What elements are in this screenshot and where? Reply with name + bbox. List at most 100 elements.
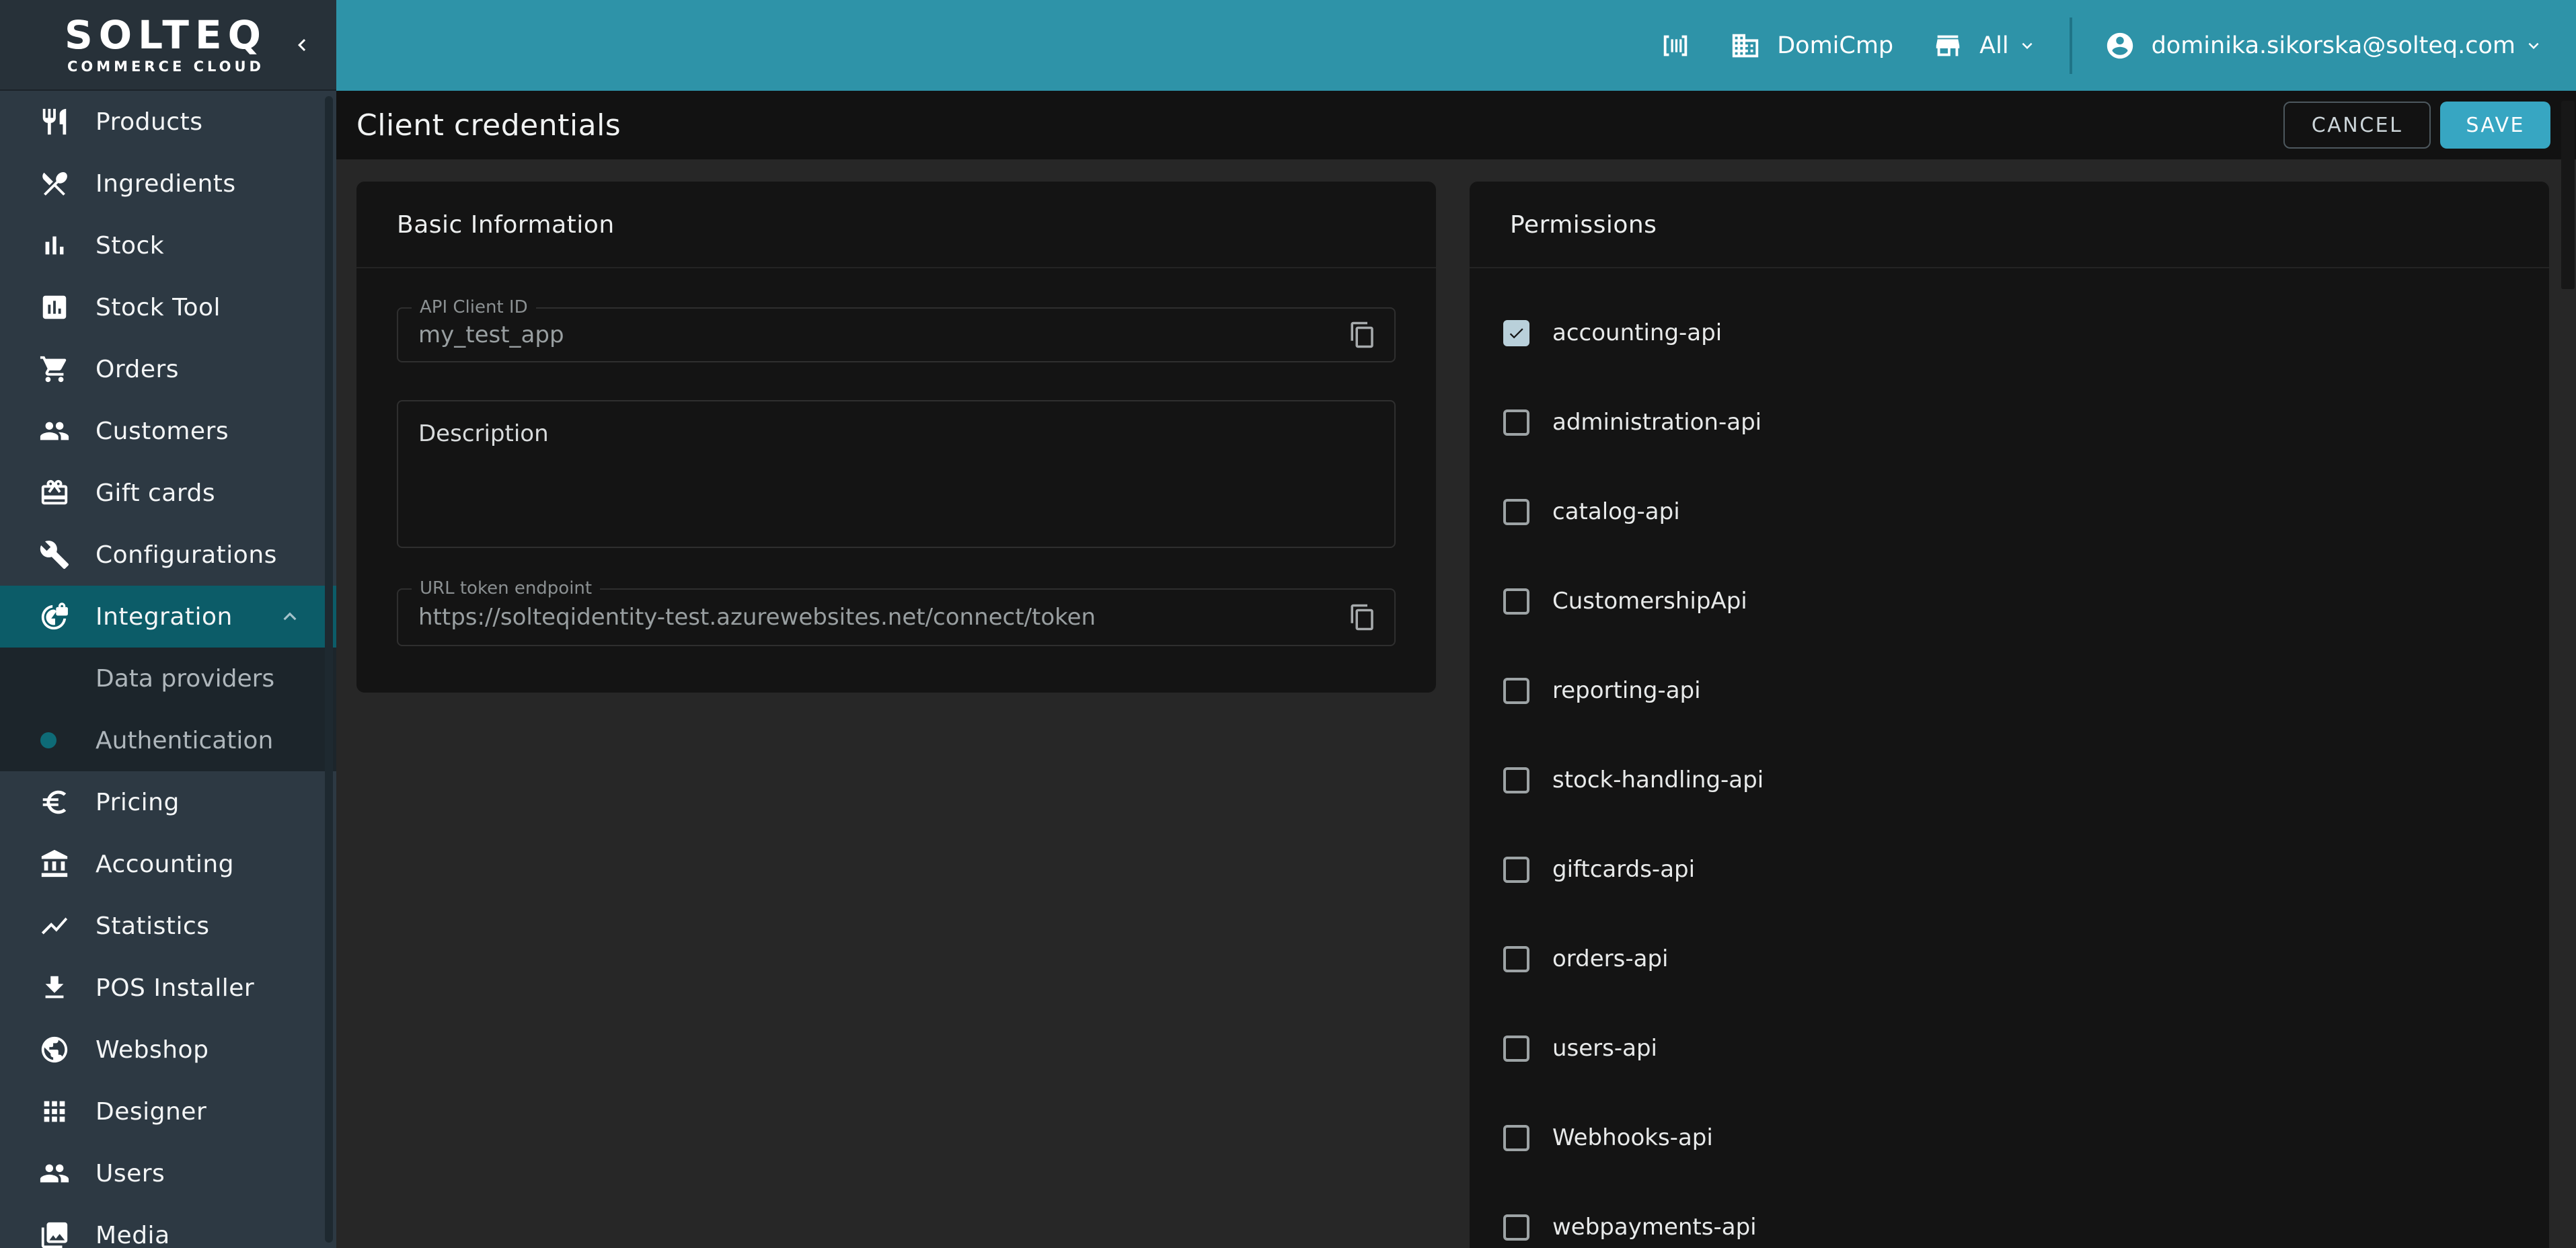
save-button[interactable]: SAVE [2440,102,2550,149]
sidebar-item-label: Stock [96,232,164,260]
page-title: Client credentials [356,108,621,143]
copy-icon[interactable] [1349,319,1377,350]
sidebar-scrollbar[interactable] [325,96,333,1243]
page-scrollbar[interactable] [2561,101,2575,289]
page-title-bar: Client credentials CANCEL SAVE [336,91,2576,159]
basic-information-card: Basic Information API Client ID my_test_… [356,182,1436,693]
sidebar-item-designer[interactable]: Designer [0,1081,336,1142]
checkbox-unchecked[interactable] [1503,410,1529,436]
sidebar-item-stock[interactable]: Stock [0,214,336,276]
checkbox-checked[interactable] [1503,320,1529,346]
checkbox-unchecked[interactable] [1503,767,1529,793]
sidebar-item-label: Orders [96,356,179,383]
sidebar-subitem-data-providers[interactable]: Data providers [0,648,336,709]
permission-label: giftcards-api [1552,856,1695,883]
sidebar-item-pricing[interactable]: Pricing [0,771,336,833]
sidebar-item-integration[interactable]: Integration [0,586,336,648]
sidebar-item-label: Designer [96,1098,206,1126]
bank-icon [39,849,70,880]
active-page-dot [40,732,56,748]
permission-label: catalog-api [1552,498,1680,525]
permission-row: orders-api [1503,945,2509,972]
giftcard-icon [39,477,70,508]
company-icon[interactable] [1730,30,1761,61]
store-filter-value[interactable]: All [1979,32,2008,59]
checkbox-unchecked[interactable] [1503,857,1529,883]
people-icon [39,416,70,446]
checkbox-unchecked[interactable] [1503,588,1529,615]
sidebar-item-orders[interactable]: Orders [0,338,336,400]
chart-box-icon [39,292,70,323]
sidebar-item-configurations[interactable]: Configurations [0,524,336,586]
permission-label: stock-handling-api [1552,767,1764,793]
api-client-id-label: API Client ID [412,297,536,317]
brand-name: SOLTEQ [65,15,267,54]
chevron-down-icon[interactable] [2524,36,2544,56]
sidebar-subitem-label: Data providers [96,665,274,693]
sidebar-item-statistics[interactable]: Statistics [0,895,336,957]
brand-logo: SOLTEQ COMMERCE CLOUD [65,15,267,75]
checkbox-unchecked[interactable] [1503,1036,1529,1062]
checkbox-unchecked[interactable] [1503,1214,1529,1241]
sidebar-item-label: Integration [96,603,233,631]
globe-icon [39,1034,70,1065]
checkbox-unchecked[interactable] [1503,946,1529,972]
sidebar-item-label: Users [96,1160,165,1187]
permission-row: users-api [1503,1035,2509,1062]
sidebar-item-gift-cards[interactable]: Gift cards [0,462,336,524]
people-icon [39,1158,70,1189]
permission-row: giftcards-api [1503,856,2509,883]
card-header: Permissions [1470,182,2549,239]
sidebar-item-stock-tool[interactable]: Stock Tool [0,276,336,338]
sidebar-collapse-icon[interactable] [290,33,314,57]
permission-label: administration-api [1552,409,1761,436]
chevron-down-icon[interactable] [2017,36,2037,56]
copy-icon[interactable] [1349,602,1377,633]
sidebar-item-label: Pricing [96,789,180,816]
permission-label: accounting-api [1552,319,1722,346]
sidebar-item-media[interactable]: Media [0,1204,336,1248]
sidebar-item-label: Webshop [96,1036,209,1064]
chevron-up-icon[interactable] [277,604,303,629]
sidebar-item-label: Products [96,108,202,136]
checkbox-unchecked[interactable] [1503,1125,1529,1151]
barcode-scan-icon[interactable] [1660,30,1691,61]
company-name[interactable]: DomiCmp [1777,32,1893,59]
utensils-icon [39,168,70,199]
globe-lock-icon [39,601,70,632]
checkbox-unchecked[interactable] [1503,678,1529,704]
sidebar-item-pos-installer[interactable]: POS Installer [0,957,336,1019]
sidebar-item-label: Ingredients [96,170,236,198]
sidebar-item-products[interactable]: Products [0,91,336,153]
permission-label: CustomershipApi [1552,588,1747,615]
sidebar-item-webshop[interactable]: Webshop [0,1019,336,1081]
sidebar-item-customers[interactable]: Customers [0,400,336,462]
checkbox-unchecked[interactable] [1503,499,1529,525]
permission-row: CustomershipApi [1503,588,2509,615]
sidebar-subitem-authentication[interactable]: Authentication [0,709,336,771]
top-app-bar: DomiCmp All dominika.sikorska@solteq.com [336,0,2576,91]
description-field[interactable]: Description [397,400,1396,548]
user-email[interactable]: dominika.sikorska@solteq.com [2152,32,2515,59]
card-header: Basic Information [356,182,1436,239]
sidebar-item-label: Media [96,1222,170,1248]
sidebar-item-label: Configurations [96,541,277,569]
url-token-endpoint-label: URL token endpoint [412,578,600,598]
euro-icon [39,787,70,818]
store-icon[interactable] [1932,30,1963,61]
api-client-id-field[interactable]: API Client ID my_test_app [397,307,1396,362]
sidebar-item-ingredients[interactable]: Ingredients [0,153,336,214]
sidebar-item-users[interactable]: Users [0,1142,336,1204]
sidebar-subitem-label: Authentication [96,727,273,754]
cancel-button[interactable]: CANCEL [2283,102,2431,149]
url-token-endpoint-field[interactable]: URL token endpoint https://solteqidentit… [397,588,1396,646]
sidebar-item-accounting[interactable]: Accounting [0,833,336,895]
card-title: Basic Information [397,211,615,239]
permissions-card: Permissions accounting-api administratio… [1470,182,2549,1248]
logo-header: SOLTEQ COMMERCE CLOUD [0,0,336,91]
sidebar-item-label: Accounting [96,851,234,878]
account-icon[interactable] [2105,30,2135,61]
permission-row: stock-handling-api [1503,767,2509,793]
permission-row: accounting-api [1503,319,2509,346]
checkmark-icon [1507,324,1525,342]
